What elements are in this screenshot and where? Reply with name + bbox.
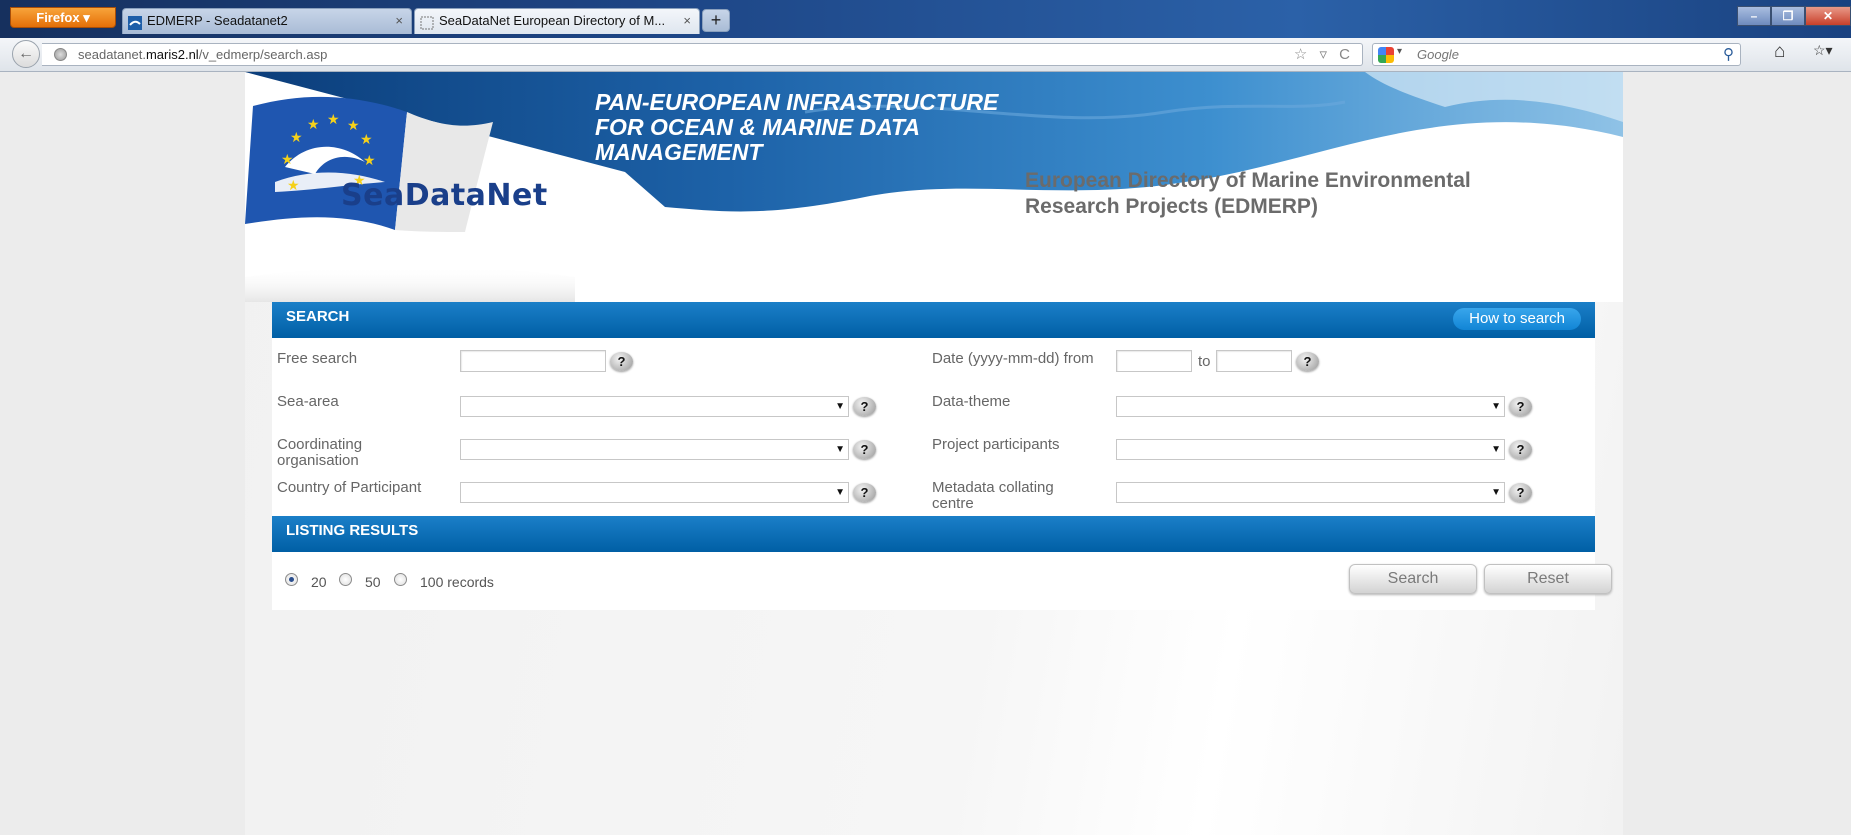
date-from-input[interactable] [1116,350,1192,372]
help-icon[interactable]: ? [853,483,876,502]
svg-text:★: ★ [281,151,294,167]
svg-text:★: ★ [290,129,303,145]
coordinating-organisation-label: Coordinating organisation [277,436,363,469]
free-search-label: Free search [277,350,358,367]
back-button[interactable]: ← [12,40,40,68]
help-icon[interactable]: ? [1509,397,1532,416]
svg-text:★: ★ [287,177,300,193]
address-bar[interactable]: seadatanet.maris2.nl/v_edmerp/search.asp… [42,43,1363,66]
page-content: ★ ★ ★ ★ ★ ★ ★ ★ ★ SeaDataNet PAN-EUROPEAN INFR… [245,72,1623,835]
brand-logo-text: SeaDataNet [341,178,548,213]
search-button[interactable]: Search [1349,564,1477,594]
records-50-label: 50 [365,574,381,590]
page-favicon-icon [420,14,434,30]
date-to-label: to [1198,353,1211,370]
data-theme-select[interactable]: ▼ [1116,396,1505,417]
chevron-down-icon: ▼ [835,444,845,455]
help-icon[interactable]: ? [610,352,633,371]
globe-icon [54,48,67,61]
records-50-radio[interactable] [339,573,352,586]
listing-results-header: LISTING RESULTS [272,516,1595,552]
records-20-radio[interactable] [285,573,298,586]
seadatanet-favicon-icon [128,14,142,30]
chevron-down-icon[interactable]: ▾ [1397,46,1402,57]
reset-button[interactable]: Reset [1484,564,1612,594]
records-100-label: 100 records [420,574,494,590]
search-bar[interactable]: ▾ Google ⚲ [1372,43,1741,66]
maximize-button[interactable]: ❐ [1771,6,1805,26]
window-controls: – ❐ ✕ [1737,6,1851,26]
help-icon[interactable]: ? [1509,483,1532,502]
country-select[interactable]: ▼ [460,482,849,503]
listing-options: 20 50 100 records Search Reset [272,552,1612,610]
svg-text:★: ★ [327,111,340,127]
metadata-centre-label: Metadata collating centre [932,479,1054,512]
chevron-down-icon: ▼ [1491,487,1501,498]
new-tab-button[interactable]: + [702,9,730,32]
data-theme-label: Data-theme [932,393,1011,410]
chevron-down-icon: ▼ [1491,444,1501,455]
search-form: Free search ? Date (yyyy-mm-dd) from to … [272,338,1595,516]
tab-title: EDMERP - Seadatanet2 [147,13,288,28]
sea-area-select[interactable]: ▼ [460,396,849,417]
date-from-label: Date (yyyy-mm-dd) from [932,350,1094,367]
records-100-radio[interactable] [394,573,407,586]
svg-text:★: ★ [347,117,360,133]
listing-results-label: LISTING RESULTS [286,522,419,539]
help-icon[interactable]: ? [853,397,876,416]
bookmark-star-icon[interactable]: ☆ ▿ C [1294,45,1354,63]
tab-edmerp[interactable]: EDMERP - Seadatanet2 × [122,8,412,34]
svg-text:★: ★ [360,131,373,147]
chevron-down-icon: ▼ [835,401,845,412]
seadatanet-flag-logo: ★★ ★ ★★★ ★★★ [245,96,493,232]
help-icon[interactable]: ? [1509,440,1532,459]
tagline: PAN-EUROPEAN INFRASTRUCTURE FOR OCEAN & … [595,89,999,165]
tab-seadatanet-directory[interactable]: SeaDataNet European Directory of M... × [414,8,700,34]
close-tab-icon[interactable]: × [683,9,691,33]
tab-title: SeaDataNet European Directory of M... [439,13,666,28]
window-titlebar: Firefox ▾ EDMERP - Seadatanet2 × SeaData… [0,0,1851,38]
search-header-label: SEARCH [286,308,350,325]
project-participants-select[interactable]: ▼ [1116,439,1505,460]
help-icon[interactable]: ? [853,440,876,459]
search-panel: SEARCH How to search Free search ? Date … [272,302,1612,610]
search-placeholder: Google [1417,47,1459,62]
project-participants-label: Project participants [932,436,1060,453]
svg-text:★: ★ [363,152,376,168]
minimize-button[interactable]: – [1737,6,1771,26]
url-text[interactable]: seadatanet.maris2.nl/v_edmerp/search.asp [78,47,327,62]
date-to-input[interactable] [1216,350,1292,372]
free-search-input[interactable] [460,350,606,372]
coordinating-organisation-select[interactable]: ▼ [460,439,849,460]
close-tab-icon[interactable]: × [395,9,403,33]
header-banner: ★ ★ ★ ★ ★ ★ ★ ★ ★ SeaDataNet PAN-EUROPEAN INFR… [245,72,1623,302]
firefox-menu-button[interactable]: Firefox ▾ [10,7,116,28]
bookmarks-menu-icon[interactable]: ☆▾ [1813,42,1835,59]
page-title: European Directory of Marine Environment… [1025,169,1471,218]
close-window-button[interactable]: ✕ [1805,6,1851,26]
svg-text:★: ★ [307,116,320,132]
metadata-centre-select[interactable]: ▼ [1116,482,1505,503]
google-engine-icon[interactable] [1378,47,1394,63]
home-icon[interactable]: ⌂ [1774,41,1785,63]
records-20-label: 20 [311,574,327,590]
sea-area-label: Sea-area [277,393,339,410]
search-icon[interactable]: ⚲ [1723,45,1734,63]
navigation-bar: ← seadatanet.maris2.nl/v_edmerp/search.a… [0,38,1851,72]
country-label: Country of Participant [277,479,422,496]
how-to-search-button[interactable]: How to search [1453,308,1581,330]
chevron-down-icon: ▼ [1491,401,1501,412]
chevron-down-icon: ▼ [835,487,845,498]
search-header: SEARCH How to search [272,302,1595,338]
help-icon[interactable]: ? [1296,352,1319,371]
